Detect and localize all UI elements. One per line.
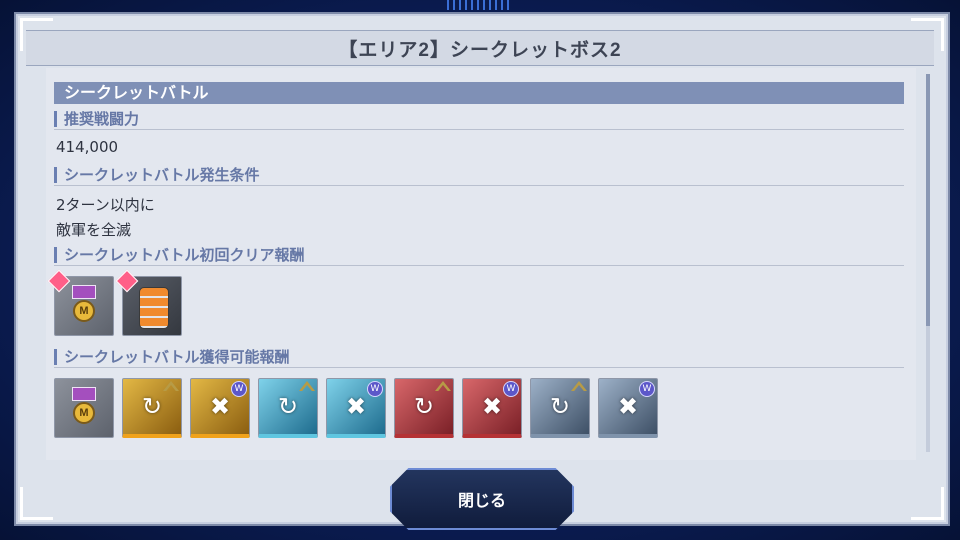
dialog-content[interactable]: シークレットバトル 推奨戦闘力 414,000 シークレットバトル発生条件 2タ… xyxy=(46,68,916,460)
cyan-chip-icon: ↻ xyxy=(277,391,299,420)
tier-badge-icon: W xyxy=(503,381,519,397)
first-clear-rewards-label: シークレットバトル初回クリア報酬 xyxy=(54,244,904,266)
red-chip-icon: ✖ xyxy=(481,391,503,420)
reward-item-barrel[interactable] xyxy=(115,269,182,336)
obtainable-rewards-label: シークレットバトル獲得可能報酬 xyxy=(54,346,904,368)
gold-chip-icon: ↻ xyxy=(141,391,163,420)
tier-badge-icon: W xyxy=(231,381,247,397)
scrollbar-thumb[interactable] xyxy=(926,74,930,326)
condition-line-1: 2ターン以内に xyxy=(56,196,155,214)
reward-item-gold-chip[interactable]: ✖ W xyxy=(190,378,250,438)
dialog-title: 【エリア2】シークレットボス2 xyxy=(338,39,622,61)
obtainable-reward-row: M ↻ ✖ W ↻ ✖ W ↻ ✖ W ↻ ✖ W xyxy=(54,378,658,438)
reward-item-steel-chip[interactable]: ✖ W xyxy=(598,378,658,438)
top-ornament xyxy=(447,0,513,10)
medal-icon: M xyxy=(73,299,95,322)
reward-item-steel-chip[interactable]: ↻ xyxy=(530,378,590,438)
red-chip-icon: ↻ xyxy=(413,391,435,420)
chevron-badge-icon xyxy=(299,381,315,391)
reward-item-cyan-chip[interactable]: ✖ W xyxy=(326,378,386,438)
reward-item-gold-chip[interactable]: ↻ xyxy=(122,378,182,438)
condition-line-2: 敵軍を全滅 xyxy=(56,221,132,239)
chevron-badge-icon xyxy=(571,381,587,391)
recommended-power-label: 推奨戦闘力 xyxy=(54,108,904,130)
ribbon-icon xyxy=(72,285,96,299)
chevron-badge-icon xyxy=(435,381,451,391)
new-badge-icon xyxy=(47,269,71,293)
reward-item-medal[interactable]: M xyxy=(47,269,114,336)
steel-chip-icon: ✖ xyxy=(617,391,639,420)
reward-item-red-chip[interactable]: ↻ xyxy=(394,378,454,438)
tier-badge-icon: W xyxy=(367,381,383,397)
close-button[interactable]: 閉じる xyxy=(390,468,574,530)
conditions-label: シークレットバトル発生条件 xyxy=(54,164,904,186)
section-header: シークレットバトル xyxy=(54,82,904,104)
cyan-chip-icon: ✖ xyxy=(345,391,367,420)
chevron-badge-icon xyxy=(163,381,179,391)
corner-ornament xyxy=(911,487,944,520)
ribbon-icon xyxy=(72,387,96,401)
reward-item-cyan-chip[interactable]: ↻ xyxy=(258,378,318,438)
corner-ornament xyxy=(20,487,53,520)
medal-icon: M xyxy=(73,401,95,424)
steel-chip-icon: ↻ xyxy=(549,391,571,420)
gold-chip-icon: ✖ xyxy=(209,391,231,420)
new-badge-icon xyxy=(115,269,139,293)
scrollbar[interactable] xyxy=(926,74,930,452)
tier-badge-icon: W xyxy=(639,381,655,397)
dialog-title-bar: 【エリア2】シークレットボス2 xyxy=(26,30,934,66)
barrel-icon xyxy=(139,287,169,329)
reward-item-medal[interactable]: M xyxy=(54,378,114,438)
recommended-power-value: 414,000 xyxy=(56,138,119,156)
first-clear-reward-row: M xyxy=(47,269,182,336)
reward-item-red-chip[interactable]: ✖ W xyxy=(462,378,522,438)
